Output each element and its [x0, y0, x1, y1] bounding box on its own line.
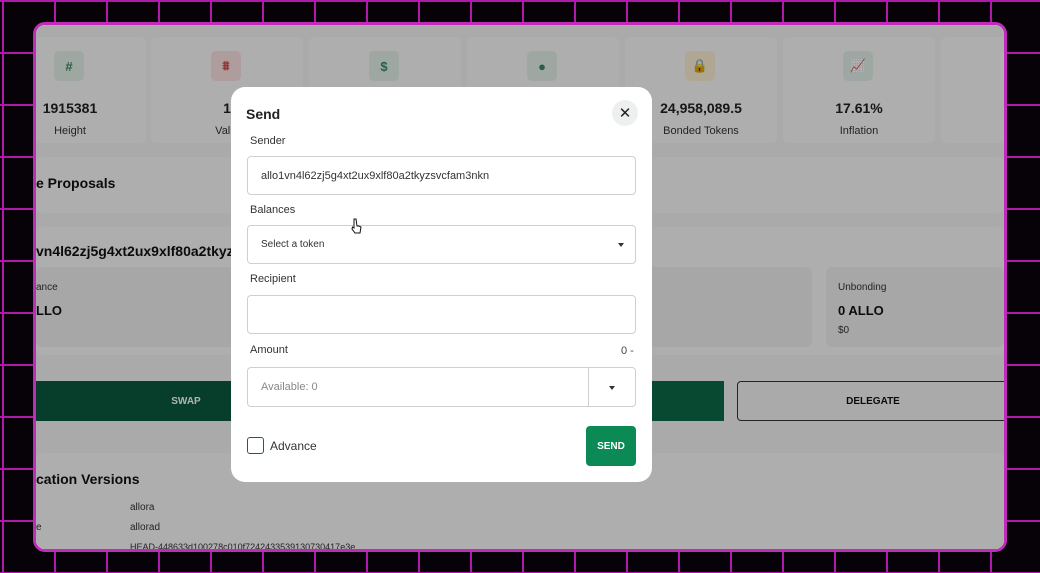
sender-field[interactable]: allo1vn4l62zj5g4xt2ux9xlf80a2tkyzsvcfam3… [247, 156, 636, 195]
pointer-cursor-icon [351, 218, 362, 234]
sender-label: Sender [250, 135, 286, 147]
chevron-down-icon [618, 243, 624, 247]
balances-label: Balances [250, 204, 296, 216]
send-button[interactable]: SEND [586, 426, 636, 466]
amount-denom-select[interactable] [588, 367, 636, 407]
amount-balance: 0 - [621, 345, 634, 357]
advance-checkbox[interactable] [247, 437, 264, 454]
send-modal: Send ✕ Sender allo1vn4l62zj5g4xt2ux9xlf8… [231, 87, 652, 482]
token-select-value: Select a token [261, 239, 325, 250]
advance-label[interactable]: Advance [270, 439, 317, 453]
amount-label: Amount [250, 344, 288, 356]
close-icon[interactable]: ✕ [612, 100, 638, 126]
recipient-input[interactable] [247, 295, 636, 334]
chevron-down-icon [609, 386, 615, 390]
modal-title: Send [246, 106, 281, 122]
token-select[interactable]: Select a token [247, 225, 636, 264]
recipient-label: Recipient [250, 273, 296, 285]
amount-input[interactable]: Available: 0 [247, 367, 589, 407]
